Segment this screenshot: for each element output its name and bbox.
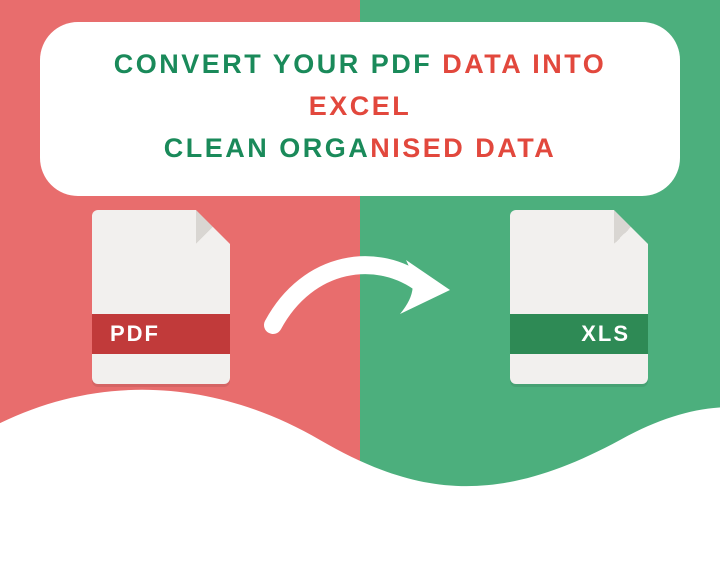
pdf-band-label: PDF <box>92 314 230 354</box>
headline-banner: CONVERT YOUR PDF DATA INTO EXCELCLEAN OR… <box>40 22 680 196</box>
xls-file-icon: XLS <box>510 210 648 384</box>
xls-band-label: XLS <box>510 314 648 354</box>
headline-text: CONVERT YOUR PDF DATA INTO EXCELCLEAN OR… <box>70 44 650 170</box>
file-fold-corner <box>196 210 230 244</box>
file-fold-corner <box>614 210 648 244</box>
file-body: XLS <box>510 210 648 384</box>
arrow-icon <box>258 240 458 350</box>
pdf-file-icon: PDF <box>92 210 230 384</box>
file-body: PDF <box>92 210 230 384</box>
